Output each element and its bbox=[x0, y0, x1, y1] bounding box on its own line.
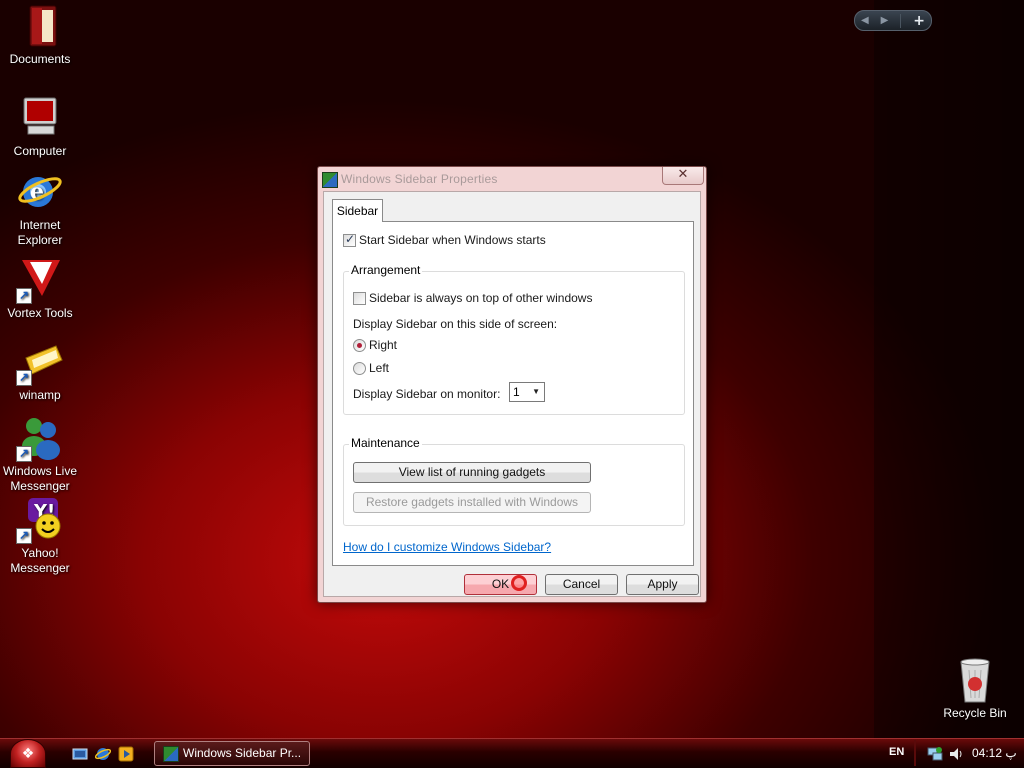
desktop-icon-label: winamp bbox=[19, 388, 61, 402]
next-icon[interactable]: ▶ bbox=[881, 15, 889, 26]
maintenance-group-title: Maintenance bbox=[349, 436, 422, 450]
close-icon: ✕ bbox=[677, 167, 689, 182]
yahoo-messenger-icon: Y! ↗ bbox=[16, 496, 64, 544]
shortcut-arrow-icon: ↗ bbox=[16, 370, 32, 386]
add-gadget-icon[interactable]: + bbox=[913, 13, 925, 29]
dialog-title: Windows Sidebar Properties bbox=[341, 172, 498, 186]
desktop-icon-winamp[interactable]: ↗ winamp bbox=[0, 338, 80, 403]
sidebar-app-icon bbox=[322, 172, 338, 188]
desktop-icon-recycle-bin[interactable]: Recycle Bin bbox=[935, 656, 1015, 721]
winamp-icon: ↗ bbox=[16, 338, 64, 386]
monitor-select-value: 1 bbox=[513, 385, 520, 399]
left-radio[interactable] bbox=[353, 362, 366, 375]
chevron-down-icon: ▼ bbox=[532, 387, 540, 396]
tab-pane-sidebar: Start Sidebar when Windows starts Arrang… bbox=[332, 221, 694, 566]
view-running-gadgets-button[interactable]: View list of running gadgets bbox=[353, 462, 591, 483]
taskbar-window-label: Windows Sidebar Pr... bbox=[183, 746, 302, 760]
desktop-icon-vortex-tools[interactable]: ↗ Vortex Tools bbox=[0, 256, 80, 321]
recycle-bin-icon bbox=[951, 656, 999, 704]
language-indicator[interactable]: EN bbox=[889, 746, 904, 758]
desktop-icon-label: Yahoo! Messenger bbox=[10, 546, 70, 575]
start-button[interactable]: ❖ bbox=[10, 739, 46, 768]
cancel-button[interactable]: Cancel bbox=[545, 574, 618, 595]
always-on-top-checkbox[interactable] bbox=[353, 292, 366, 305]
right-radio-label[interactable]: Right bbox=[369, 338, 397, 352]
computer-icon bbox=[16, 94, 64, 142]
always-on-top-label[interactable]: Sidebar is always on top of other window… bbox=[369, 291, 592, 305]
desktop-icon-label: Recycle Bin bbox=[943, 706, 1007, 720]
desktop-icon-computer[interactable]: Computer bbox=[0, 94, 80, 159]
windows-logo-icon: ❖ bbox=[21, 746, 35, 762]
sidebar-area bbox=[874, 0, 1024, 738]
internet-explorer-icon: e bbox=[16, 168, 64, 216]
vortex-tools-icon: ↗ bbox=[16, 256, 64, 304]
network-icon[interactable] bbox=[927, 746, 943, 762]
divider bbox=[900, 13, 902, 28]
tab-sidebar[interactable]: Sidebar bbox=[332, 199, 383, 222]
close-button[interactable]: ✕ bbox=[662, 167, 704, 185]
left-radio-label[interactable]: Left bbox=[369, 361, 389, 375]
dialog-titlebar[interactable]: Windows Sidebar Properties ✕ bbox=[318, 167, 706, 191]
desktop-icon-internet-explorer[interactable]: e Internet Explorer bbox=[0, 168, 80, 248]
sidebar-app-icon bbox=[163, 746, 179, 762]
sidebar-gadget-controls: ◀ ▶ + bbox=[854, 10, 932, 31]
desktop-icon-documents[interactable]: Documents bbox=[0, 2, 80, 67]
monitor-select[interactable]: 1 ▼ bbox=[509, 382, 545, 402]
desktop-icon-label: Vortex Tools bbox=[7, 306, 73, 320]
show-desktop-icon[interactable] bbox=[72, 746, 88, 762]
shortcut-arrow-icon: ↗ bbox=[16, 288, 32, 304]
restore-gadgets-button: Restore gadgets installed with Windows bbox=[353, 492, 591, 513]
internet-explorer-icon[interactable] bbox=[94, 746, 112, 762]
shortcut-arrow-icon: ↗ bbox=[16, 528, 32, 544]
volume-icon[interactable] bbox=[948, 746, 964, 762]
start-with-windows-label[interactable]: Start Sidebar when Windows starts bbox=[359, 233, 546, 247]
start-with-windows-checkbox[interactable] bbox=[343, 232, 356, 247]
maintenance-group bbox=[343, 444, 685, 526]
arrangement-group-title: Arrangement bbox=[349, 263, 423, 277]
right-radio[interactable] bbox=[353, 339, 366, 352]
desktop-icon-yahoo-messenger[interactable]: Y! ↗ Yahoo! Messenger bbox=[0, 496, 80, 576]
desktop-icon-windows-live-messenger[interactable]: ↗ Windows Live Messenger bbox=[0, 414, 80, 494]
previous-icon[interactable]: ◀ bbox=[861, 15, 869, 26]
shortcut-arrow-icon: ↗ bbox=[16, 446, 32, 462]
apply-button[interactable]: Apply bbox=[626, 574, 699, 595]
help-link[interactable]: How do I customize Windows Sidebar? bbox=[343, 540, 551, 554]
side-of-screen-label: Display Sidebar on this side of screen: bbox=[353, 317, 558, 331]
folder-icon bbox=[16, 2, 64, 50]
desktop-icon-label: Windows Live Messenger bbox=[2, 464, 78, 493]
dialog-client-area: Sidebar Start Sidebar when Windows start… bbox=[323, 191, 701, 597]
monitor-label: Display Sidebar on monitor: bbox=[353, 387, 501, 401]
sidebar-properties-dialog: Windows Sidebar Properties ✕ Sidebar Sta… bbox=[317, 166, 707, 603]
desktop-icon-label: Internet Explorer bbox=[17, 218, 63, 247]
click-indicator bbox=[511, 575, 527, 591]
tray-divider bbox=[914, 740, 916, 766]
taskbar-window-sidebar-properties[interactable]: Windows Sidebar Pr... bbox=[154, 741, 310, 766]
messenger-icon: ↗ bbox=[16, 414, 64, 462]
clock[interactable]: 04:12 پ bbox=[972, 746, 1017, 760]
media-player-icon[interactable] bbox=[118, 746, 134, 762]
desktop-icon-label: Computer bbox=[13, 144, 67, 158]
desktop-icon-label: Documents bbox=[9, 52, 71, 66]
